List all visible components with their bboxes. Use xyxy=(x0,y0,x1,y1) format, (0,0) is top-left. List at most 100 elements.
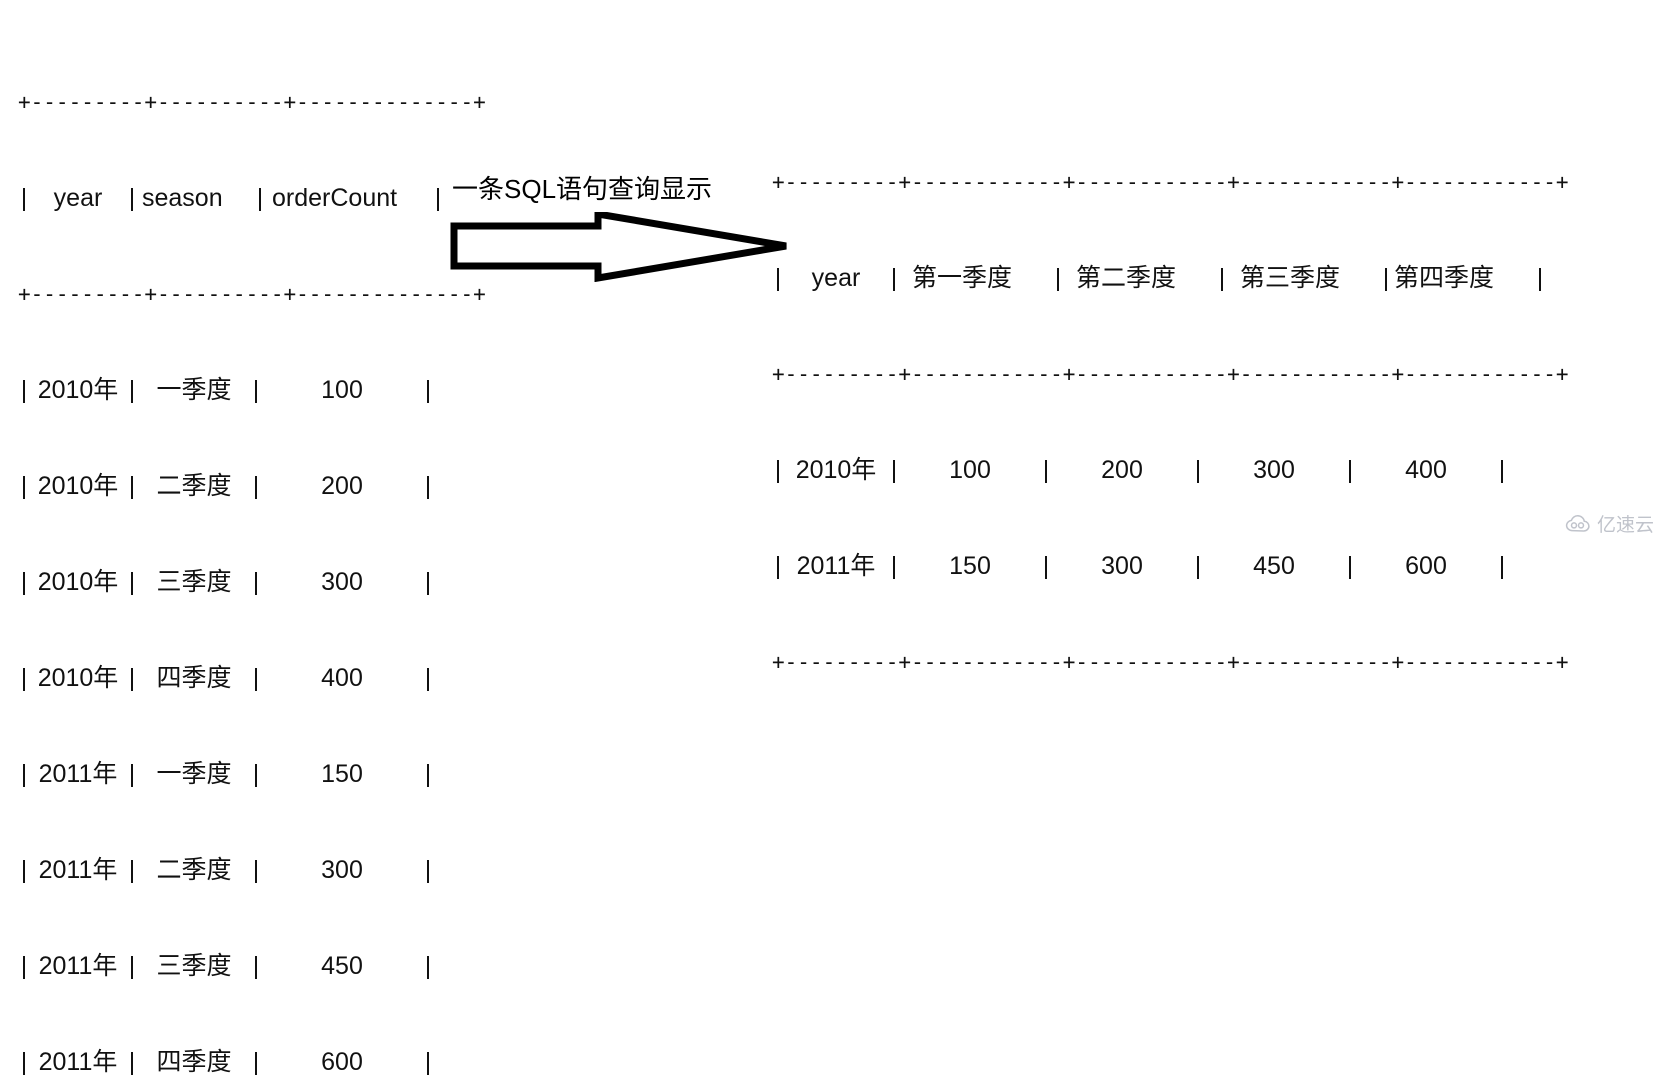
cell-divider: | xyxy=(424,952,432,980)
cell-divider: | xyxy=(1498,456,1506,484)
column-header-year: year xyxy=(53,184,103,212)
transform-caption: 一条SQL语句查询显示 xyxy=(452,174,713,204)
cell-divider: | xyxy=(128,760,136,788)
cell-year: 2010年 xyxy=(37,568,119,596)
table-row: | 2010年 | 100 | 200 | 300 | 400 | xyxy=(772,451,1569,490)
table-row: | 2011年 | 四季度 | 600 | xyxy=(18,1043,486,1082)
cell-divider: | xyxy=(424,376,432,404)
table-row: | 2010年 | 一季度 | 100 | xyxy=(18,371,486,410)
cell-q1: 150 xyxy=(949,552,991,580)
cell-ordercount: 600 xyxy=(321,1048,363,1076)
cell-divider: | xyxy=(252,664,260,692)
cell-season: 三季度 xyxy=(156,568,232,596)
cell-divider: | xyxy=(774,264,782,292)
source-table-header-row: | year | season | orderCount | xyxy=(18,179,486,218)
cell-year: 2010年 xyxy=(37,472,119,500)
cell-q4: 400 xyxy=(1405,456,1447,484)
cloud-logo-icon xyxy=(1565,514,1590,532)
cell-divider: | xyxy=(128,952,136,980)
cell-season: 四季度 xyxy=(156,1048,232,1076)
cell-divider: | xyxy=(20,1048,28,1076)
cell-ordercount: 300 xyxy=(321,568,363,596)
result-table-header-rule: +---------+------------+------------+---… xyxy=(772,362,1569,386)
cell-ordercount: 300 xyxy=(321,856,363,884)
cell-divider: | xyxy=(252,376,260,404)
result-table: +---------+------------+------------+---… xyxy=(772,106,1569,701)
cell-divider: | xyxy=(20,184,28,212)
cell-divider: | xyxy=(252,472,260,500)
cell-q4: 600 xyxy=(1405,552,1447,580)
cell-year: 2010年 xyxy=(795,456,877,484)
column-header-q1: 第一季度 xyxy=(912,264,1013,292)
table-row: | 2011年 | 一季度 | 150 | xyxy=(18,755,486,794)
watermark: 亿速云 xyxy=(1565,510,1654,537)
cell-year: 2011年 xyxy=(38,1048,118,1076)
cell-divider: | xyxy=(128,184,136,212)
column-header-q3: 第三季度 xyxy=(1240,264,1341,292)
cell-divider: | xyxy=(890,552,898,580)
cell-season: 二季度 xyxy=(156,472,232,500)
cell-year: 2010年 xyxy=(37,664,119,692)
cell-divider: | xyxy=(424,856,432,884)
table-row: | 2010年 | 二季度 | 200 | xyxy=(18,467,486,506)
cell-divider: | xyxy=(128,856,136,884)
cell-divider: | xyxy=(20,952,28,980)
cell-divider: | xyxy=(128,664,136,692)
cell-ordercount: 200 xyxy=(321,472,363,500)
cell-divider: | xyxy=(424,568,432,596)
column-header-q4: 第四季度 xyxy=(1394,264,1495,292)
cell-divider: | xyxy=(1218,264,1226,292)
cell-divider: | xyxy=(1346,456,1354,484)
table-row: | 2010年 | 三季度 | 300 | xyxy=(18,563,486,602)
cell-divider: | xyxy=(20,376,28,404)
cell-divider: | xyxy=(1346,552,1354,580)
cell-ordercount: 150 xyxy=(321,760,363,788)
source-table-top-rule: +---------+----------+--------------+ xyxy=(18,90,486,114)
cell-season: 二季度 xyxy=(156,856,232,884)
cell-divider: | xyxy=(434,184,442,212)
transform-annotation: 一条SQL语句查询显示 xyxy=(450,172,790,282)
cell-ordercount: 100 xyxy=(321,376,363,404)
cell-ordercount: 450 xyxy=(321,952,363,980)
cell-year: 2011年 xyxy=(38,856,118,884)
cell-divider: | xyxy=(256,184,264,212)
cell-divider: | xyxy=(890,264,898,292)
cell-divider: | xyxy=(128,376,136,404)
column-header-ordercount: orderCount xyxy=(272,184,398,212)
cell-season: 一季度 xyxy=(156,760,232,788)
cell-q3: 300 xyxy=(1253,456,1295,484)
cell-season: 三季度 xyxy=(156,952,232,980)
cell-divider: | xyxy=(1194,552,1202,580)
cell-divider: | xyxy=(424,664,432,692)
cell-divider: | xyxy=(128,568,136,596)
column-header-year: year xyxy=(811,264,861,292)
cell-divider: | xyxy=(774,456,782,484)
cell-divider: | xyxy=(1042,456,1050,484)
table-row: | 2010年 | 四季度 | 400 | xyxy=(18,659,486,698)
result-table-bottom-rule: +---------+------------+------------+---… xyxy=(772,650,1569,674)
cell-year: 2011年 xyxy=(38,952,118,980)
cell-divider: | xyxy=(20,568,28,596)
cell-ordercount: 400 xyxy=(321,664,363,692)
cell-q2: 200 xyxy=(1101,456,1143,484)
column-header-season: season xyxy=(142,184,223,212)
cell-divider: | xyxy=(424,760,432,788)
cell-divider: | xyxy=(1054,264,1062,292)
result-table-header-row: | year | 第一季度 | 第二季度 | 第三季度 | 第四季度 | xyxy=(772,259,1569,298)
cell-divider: | xyxy=(252,952,260,980)
cell-divider: | xyxy=(774,552,782,580)
cell-divider: | xyxy=(424,1048,432,1076)
cell-year: 2011年 xyxy=(38,760,118,788)
cell-year: 2011年 xyxy=(796,552,876,580)
cell-divider: | xyxy=(1536,264,1544,292)
cell-divider: | xyxy=(1042,552,1050,580)
cell-divider: | xyxy=(890,456,898,484)
cell-q2: 300 xyxy=(1101,552,1143,580)
cell-year: 2010年 xyxy=(37,376,119,404)
source-table: +---------+----------+--------------+ | … xyxy=(18,26,486,1090)
cell-q1: 100 xyxy=(949,456,991,484)
cell-divider: | xyxy=(20,664,28,692)
result-table-top-rule: +---------+------------+------------+---… xyxy=(772,170,1569,194)
cell-divider: | xyxy=(128,472,136,500)
table-row: | 2011年 | 三季度 | 450 | xyxy=(18,947,486,986)
